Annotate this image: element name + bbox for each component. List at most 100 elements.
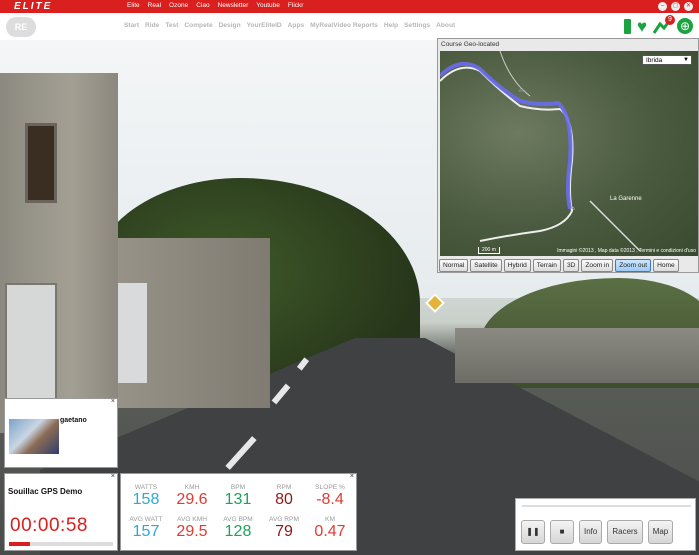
top-nav-ozone[interactable]: Ozone [169, 2, 188, 9]
stat-slope: SLOPE % -8.4 [307, 484, 353, 508]
nav-about[interactable]: About [436, 22, 455, 29]
stat-label: AVG BPM [223, 516, 253, 523]
map-layer-value: Ibrida [646, 57, 663, 64]
maximize-icon[interactable]: ◻ [671, 2, 680, 11]
course-progress-bar [9, 542, 113, 546]
stat-kmh: KMH 29.6 [169, 484, 215, 508]
heart-icon[interactable]: ♥ [637, 18, 647, 35]
stat-label: WATTS [134, 484, 158, 491]
stat-label: KMH [184, 484, 200, 491]
rider-name: gaetano [60, 417, 87, 424]
top-bar: ELITE Elite Real Ozone Ciao Newsletter Y… [0, 0, 699, 13]
stop-button[interactable]: ■ [550, 520, 574, 544]
stat-label: KM [325, 516, 335, 523]
house-window [25, 123, 57, 203]
rider-panel: × gaetano [4, 398, 118, 468]
home-marker-icon[interactable]: ⌂ [571, 206, 575, 212]
stone-wall [455, 328, 699, 383]
app-window: ELITE Elite Real Ozone Ciao Newsletter Y… [0, 0, 699, 555]
map-hybrid-button[interactable]: Hybrid [503, 259, 531, 272]
map-title: Course Geo-located [441, 41, 500, 48]
stat-bpm: BPM 131 [215, 484, 261, 508]
stat-label: SLOPE % [315, 484, 345, 491]
stat-avg-kmh: AVG KMH 29.5 [169, 516, 215, 540]
map-buttons: Normal Satellite Hybrid Terrain 3D Zoom … [439, 259, 679, 272]
course-name: Souillac GPS Demo [8, 487, 83, 496]
map-satellite-button[interactable]: Satellite [470, 259, 502, 272]
top-nav-real[interactable]: Real [148, 2, 161, 9]
nav-compete[interactable]: Compete [184, 22, 212, 29]
stat-watts: WATTS 158 [123, 484, 169, 508]
power-bar-icon[interactable] [623, 18, 631, 34]
top-nav-flickr[interactable]: Flickr [288, 2, 304, 9]
stat-value: 158 [132, 491, 160, 508]
stat-value: 29.5 [176, 523, 208, 540]
nav-apps[interactable]: Apps [288, 22, 304, 29]
map-terrain-button[interactable]: Terrain [532, 259, 561, 272]
route-badge: 9 [665, 15, 675, 25]
course-progress-fill [9, 542, 30, 546]
map-panel: Course Geo-located 🚲 ⌂ La Garenne Ibrida… [437, 38, 699, 273]
stat-avg-bpm: AVG BPM 128 [215, 516, 261, 540]
stat-avg-watt: AVG WATT 157 [123, 516, 169, 540]
map-zoom-out-button[interactable]: Zoom out [615, 259, 652, 272]
route-icon[interactable]: 9 [652, 15, 675, 34]
top-nav-newsletter[interactable]: Newsletter [218, 2, 249, 9]
info-button[interactable]: Info [579, 520, 603, 544]
controls-row: ❚❚ ■ Info Racers Map [521, 520, 674, 544]
map-layer-select[interactable]: Ibrida ▼ [642, 55, 692, 65]
nav-youreliteid[interactable]: YourEliteID [247, 22, 282, 29]
top-nav-elite[interactable]: Elite [127, 2, 140, 9]
stats-panel: × WATTS 158 KMH 29.6 BPM 131 RPM 80 SLOP… [120, 473, 357, 551]
stat-value: 128 [224, 523, 252, 540]
map-place-label: La Garenne [610, 196, 642, 202]
stat-value: 29.6 [176, 491, 208, 508]
bike-marker-icon[interactable]: 🚲 [518, 86, 525, 93]
stat-value: 80 [275, 491, 293, 508]
map-scale: 200 m [478, 247, 500, 254]
stat-label: AVG KMH [177, 516, 207, 523]
globe-icon[interactable]: ⊕ [677, 18, 693, 34]
map-zoom-in-button[interactable]: Zoom in [581, 259, 614, 272]
stat-value: 131 [224, 491, 252, 508]
course-panel: × Souillac GPS Demo 00:00:58 [4, 473, 118, 551]
elapsed-time: 00:00:58 [10, 515, 88, 536]
racers-button[interactable]: Racers [607, 520, 643, 544]
main-nav: RE Start Ride Test Compete Design YourEl… [0, 13, 699, 40]
main-nav-items: Start Ride Test Compete Design YourElite… [124, 22, 455, 29]
nav-design[interactable]: Design [219, 22, 241, 29]
stat-avg-rpm: AVG RPM 79 [261, 516, 307, 540]
close-icon[interactable]: × [111, 473, 115, 480]
map-3d-button[interactable]: 3D [562, 259, 580, 272]
nav-settings[interactable]: Settings [404, 22, 430, 29]
nav-start[interactable]: Start [124, 22, 139, 29]
map-button[interactable]: Map [647, 520, 674, 544]
stat-value: 0.47 [314, 523, 346, 540]
map-view[interactable]: 🚲 ⌂ La Garenne Ibrida ▼ 200 m Immagini ©… [440, 51, 698, 256]
stat-label: BPM [230, 484, 246, 491]
minimize-icon[interactable]: – [658, 2, 667, 11]
nav-myrealvideo-reports[interactable]: MyRealVideo Reports [310, 22, 378, 29]
nav-ride[interactable]: Ride [145, 22, 159, 29]
house [0, 73, 118, 433]
chevron-down-icon: ▼ [683, 57, 689, 63]
nav-help[interactable]: Help [384, 22, 398, 29]
stat-value: 79 [275, 523, 293, 540]
stat-value: 157 [132, 523, 160, 540]
close-icon[interactable]: × [350, 473, 354, 480]
map-normal-button[interactable]: Normal [439, 259, 469, 272]
close-icon[interactable]: × [111, 398, 115, 405]
elite-logo[interactable]: ELITE [14, 1, 52, 12]
stat-label: AVG RPM [269, 516, 299, 523]
stat-label: RPM [276, 484, 292, 491]
status-icons: ♥ 9 ⊕ [623, 15, 693, 35]
nav-test[interactable]: Test [165, 22, 178, 29]
close-icon[interactable]: ✕ [684, 2, 693, 11]
pause-button[interactable]: ❚❚ [521, 520, 545, 544]
top-nav-ciao[interactable]: Ciao [196, 2, 209, 9]
stat-label: AVG WATT [129, 516, 163, 523]
map-home-button[interactable]: Home [653, 259, 679, 272]
map-route-svg [440, 51, 641, 252]
real-logo[interactable]: RE [6, 17, 36, 37]
top-nav-youtube[interactable]: Youtube [256, 2, 280, 9]
